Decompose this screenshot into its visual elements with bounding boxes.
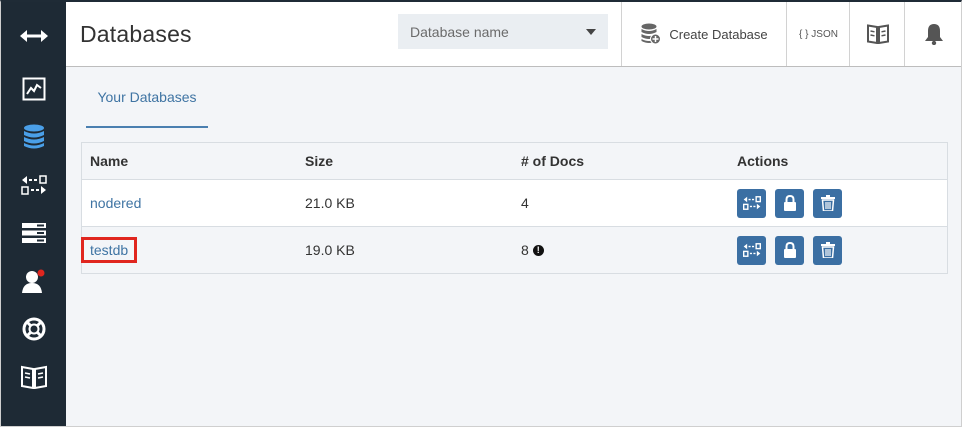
- documentation-button[interactable]: [849, 2, 905, 66]
- chevron-down-icon: [586, 29, 596, 35]
- row-actions: [737, 180, 851, 226]
- databases-table: Name Size # of Docs Actions nodered 21.0…: [80, 142, 948, 274]
- database-icon: [23, 124, 44, 149]
- database-doc-count-cell: 8 !: [521, 227, 544, 273]
- open-book-icon: [20, 365, 47, 389]
- sidebar-item-activity[interactable]: [1, 69, 66, 109]
- page-title: Databases: [80, 21, 192, 47]
- permissions-button[interactable]: [775, 188, 804, 218]
- open-book-icon: [866, 24, 889, 44]
- database-name-select[interactable]: Database name: [398, 14, 608, 49]
- sidebar-item-support[interactable]: [1, 309, 66, 349]
- json-label: { } JSON: [799, 28, 838, 40]
- top-header: Databases Database name Create Database …: [66, 2, 961, 67]
- permissions-button[interactable]: [775, 235, 804, 265]
- row-actions: [737, 227, 851, 273]
- column-header-size[interactable]: Size: [305, 143, 333, 179]
- app-window: Databases Database name Create Database …: [0, 0, 962, 427]
- lock-icon: [783, 195, 796, 211]
- sidebar-item-account[interactable]: [1, 261, 66, 301]
- database-size: 19.0 KB: [305, 242, 355, 258]
- delete-button[interactable]: [813, 235, 842, 265]
- database-size: 21.0 KB: [305, 195, 355, 211]
- table-row: testdb 19.0 KB 8 !: [80, 226, 947, 273]
- main-content: Your Databases Name Size # of Docs Actio…: [66, 67, 961, 426]
- create-database-button[interactable]: Create Database: [621, 2, 787, 66]
- database-doc-count: 8: [521, 242, 529, 258]
- table-header-row: Name Size # of Docs Actions: [82, 143, 947, 179]
- activity-chart-icon: [22, 77, 45, 101]
- sidebar-item-servers[interactable]: [1, 213, 66, 253]
- database-select-placeholder: Database name: [410, 23, 509, 40]
- replication-icon: [20, 175, 47, 195]
- user-notification-icon: [21, 269, 44, 293]
- column-header-actions: Actions: [737, 153, 789, 169]
- notifications-button[interactable]: [904, 2, 961, 66]
- replicate-button[interactable]: [737, 188, 766, 218]
- bell-icon: [924, 24, 943, 45]
- sidebar-item-toggle[interactable]: [1, 16, 66, 56]
- replicate-button[interactable]: [737, 235, 766, 265]
- lock-icon: [783, 242, 796, 258]
- table-row: nodered 21.0 KB 4: [82, 179, 947, 226]
- trash-icon: [820, 242, 835, 258]
- create-database-label: Create Database: [669, 26, 768, 42]
- server-list-icon: [21, 223, 46, 243]
- database-link[interactable]: testdb: [80, 237, 138, 263]
- expand-arrows-icon: [19, 30, 48, 42]
- sidebar-item-databases[interactable]: [1, 117, 66, 157]
- database-link[interactable]: nodered: [90, 195, 141, 211]
- database-doc-count: 4: [521, 195, 529, 211]
- replication-icon: [742, 243, 761, 257]
- sidebar-item-docs[interactable]: [1, 357, 66, 397]
- trash-icon: [820, 195, 835, 211]
- json-button[interactable]: { } JSON: [786, 2, 850, 66]
- sidebar-item-replication[interactable]: [1, 165, 66, 205]
- replication-icon: [742, 196, 761, 210]
- column-header-docs[interactable]: # of Docs: [521, 143, 584, 179]
- database-add-icon: [641, 23, 662, 45]
- warning-icon[interactable]: !: [532, 244, 544, 256]
- delete-button[interactable]: [813, 188, 842, 218]
- lifebuoy-icon: [22, 317, 45, 341]
- tab-your-databases[interactable]: Your Databases: [86, 67, 208, 128]
- column-header-name[interactable]: Name: [90, 143, 128, 179]
- sidebar: [1, 2, 66, 426]
